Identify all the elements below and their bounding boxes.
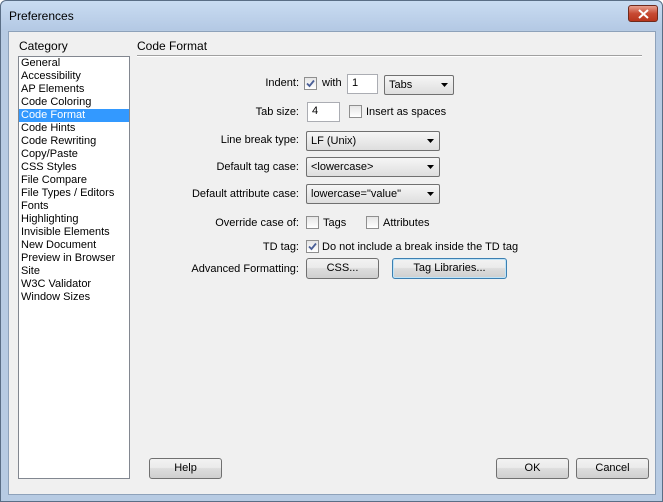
line-break-select[interactable]: LF (Unix) [306, 131, 440, 151]
title-bar[interactable]: Preferences [1, 1, 662, 30]
category-item-css-styles[interactable]: CSS Styles [19, 161, 129, 174]
css-button[interactable]: CSS... [306, 258, 379, 279]
insert-spaces-checkbox[interactable] [349, 105, 362, 118]
override-case-label: Override case of: [215, 217, 299, 229]
override-attributes-label: Attributes [383, 217, 430, 229]
chevron-down-icon [441, 83, 448, 87]
line-break-value: LF (Unix) [311, 135, 357, 147]
category-item-invisible-elements[interactable]: Invisible Elements [19, 226, 129, 239]
preferences-window: Preferences Category General Accessibili… [0, 0, 663, 502]
tag-case-select[interactable]: <lowercase> [306, 157, 440, 177]
indent-size-input[interactable]: 1 [347, 74, 378, 94]
category-item-copy-paste[interactable]: Copy/Paste [19, 148, 129, 161]
category-item-fonts[interactable]: Fonts [19, 200, 129, 213]
checkmark-icon [308, 242, 317, 251]
checkmark-icon [306, 79, 315, 88]
td-tag-checkbox[interactable] [306, 240, 319, 253]
ok-button[interactable]: OK [496, 458, 569, 479]
indent-unit-value: Tabs [389, 79, 413, 91]
tag-case-label: Default tag case: [216, 161, 299, 173]
insert-spaces-label: Insert as spaces [366, 106, 447, 118]
override-attributes-checkbox[interactable] [366, 216, 379, 229]
close-button[interactable] [628, 5, 658, 22]
chevron-down-icon [427, 139, 434, 143]
category-item-highlighting[interactable]: Highlighting [19, 213, 129, 226]
category-item-window-sizes[interactable]: Window Sizes [19, 291, 129, 304]
override-tags-checkbox[interactable] [306, 216, 319, 229]
help-button[interactable]: Help [149, 458, 222, 479]
category-item-w3c-validator[interactable]: W3C Validator [19, 278, 129, 291]
category-item-file-compare[interactable]: File Compare [19, 174, 129, 187]
indent-label: Indent: [265, 77, 299, 89]
category-item-file-types-editors[interactable]: File Types / Editors [19, 187, 129, 200]
td-tag-label: TD tag: [262, 241, 299, 253]
line-break-label: Line break type: [220, 134, 299, 146]
category-item-code-coloring[interactable]: Code Coloring [19, 96, 129, 109]
category-item-site[interactable]: Site [19, 265, 129, 278]
section-title: Code Format [137, 39, 208, 53]
indent-unit-select[interactable]: Tabs [384, 75, 454, 95]
category-item-ap-elements[interactable]: AP Elements [19, 83, 129, 96]
chevron-down-icon [427, 192, 434, 196]
td-tag-text: Do not include a break inside the TD tag [322, 241, 519, 253]
tab-size-label: Tab size: [255, 106, 299, 118]
category-item-code-rewriting[interactable]: Code Rewriting [19, 135, 129, 148]
dialog-body: Category General Accessibility AP Elemen… [8, 31, 656, 495]
attr-case-value: lowercase="value" [311, 188, 402, 200]
advanced-formatting-label: Advanced Formatting: [191, 263, 299, 275]
indent-with-label: with [322, 77, 342, 89]
category-item-new-document[interactable]: New Document [19, 239, 129, 252]
close-icon [638, 9, 649, 19]
category-label: Category [19, 39, 68, 53]
cancel-button[interactable]: Cancel [576, 458, 649, 479]
tab-size-input[interactable]: 4 [307, 102, 340, 122]
category-list[interactable]: General Accessibility AP Elements Code C… [18, 56, 130, 479]
category-item-general[interactable]: General [19, 57, 129, 70]
category-item-code-hints[interactable]: Code Hints [19, 122, 129, 135]
indent-checkbox[interactable] [304, 77, 317, 90]
attr-case-label: Default attribute case: [191, 188, 299, 200]
attr-case-select[interactable]: lowercase="value" [306, 184, 440, 204]
category-item-code-format[interactable]: Code Format [19, 109, 129, 122]
tag-case-value: <lowercase> [311, 161, 374, 173]
section-divider [137, 55, 642, 57]
override-tags-label: Tags [323, 217, 347, 229]
tag-libraries-button[interactable]: Tag Libraries... [392, 258, 507, 279]
category-item-preview-in-browser[interactable]: Preview in Browser [19, 252, 129, 265]
window-title: Preferences [9, 9, 74, 23]
category-item-accessibility[interactable]: Accessibility [19, 70, 129, 83]
chevron-down-icon [427, 165, 434, 169]
